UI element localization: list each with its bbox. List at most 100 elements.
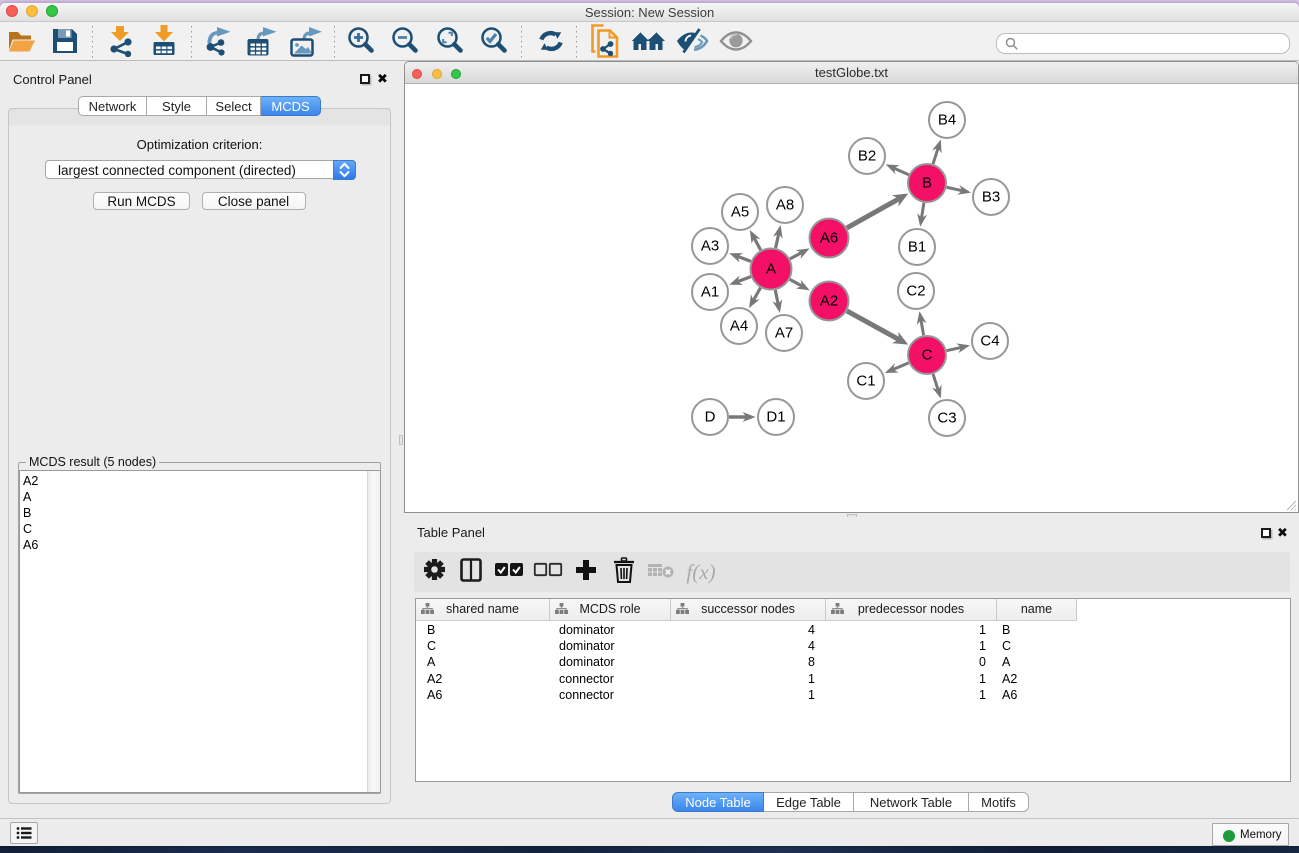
columns-button[interactable] <box>457 558 485 586</box>
table-cell[interactable]: A6 <box>1002 687 1074 703</box>
tab-network-table[interactable]: Network Table <box>854 792 969 812</box>
table-cell[interactable]: 1 <box>766 687 815 703</box>
mcds-result-list[interactable]: A2ABCA6 <box>19 470 381 793</box>
run-mcds-button[interactable]: Run MCDS <box>93 192 190 210</box>
close-panel-icon[interactable]: ✖ <box>377 72 388 85</box>
tab-edge-table[interactable]: Edge Table <box>764 792 854 812</box>
edge-A6-B[interactable] <box>847 198 900 228</box>
column-header-shared-name[interactable]: shared name <box>416 599 550 621</box>
tab-node-table[interactable]: Node Table <box>672 792 764 812</box>
table-cell[interactable]: A <box>427 654 547 670</box>
table-cell[interactable]: dominator <box>559 638 668 654</box>
export-image-button[interactable] <box>289 27 323 59</box>
float-panel-icon[interactable] <box>360 74 370 84</box>
zoom-fit-button[interactable] <box>433 27 467 59</box>
export-table-button[interactable] <box>246 27 280 59</box>
table-cell[interactable]: connector <box>559 671 668 687</box>
table-cell[interactable]: A <box>1002 654 1074 670</box>
memory-button[interactable]: Memory <box>1212 823 1289 846</box>
zoom-in-button[interactable] <box>344 27 378 59</box>
close-window-button[interactable] <box>6 5 18 17</box>
table-cell[interactable]: dominator <box>559 622 668 638</box>
hide-button[interactable] <box>675 27 709 59</box>
criterion-select[interactable]: largest connected component (directed) <box>45 160 356 179</box>
import-table-button[interactable] <box>147 27 181 59</box>
tab-network[interactable]: Network <box>78 96 147 116</box>
network-canvas[interactable]: B4B2BB3A5A8A6A3B1AA1C2A2A4A7C4CC1C3DD1 <box>405 85 1298 512</box>
table-cell[interactable]: B <box>427 622 547 638</box>
show-button[interactable] <box>719 27 753 59</box>
zoom-out-button[interactable] <box>388 27 422 59</box>
scrollbar-track[interactable] <box>367 471 380 793</box>
minimize-window-button[interactable] <box>432 69 442 79</box>
node-table[interactable]: shared nameMCDS rolesuccessor nodesprede… <box>415 598 1291 782</box>
app-titlebar[interactable]: Session: New Session <box>0 3 1299 22</box>
table-cell[interactable]: C <box>427 638 547 654</box>
table-cell[interactable]: 4 <box>766 622 815 638</box>
table-cell[interactable]: A6 <box>427 687 547 703</box>
minimize-window-button[interactable] <box>26 5 38 17</box>
table-cell[interactable]: 8 <box>766 654 815 670</box>
table-cell[interactable]: 1 <box>937 622 986 638</box>
tab-select[interactable]: Select <box>207 96 261 116</box>
column-header-successor-nodes[interactable]: successor nodes <box>671 599 826 621</box>
table-cell[interactable]: A2 <box>427 671 547 687</box>
mcds-result-item[interactable]: C <box>20 521 380 537</box>
maximize-window-button[interactable] <box>451 69 461 79</box>
tab-mcds[interactable]: MCDS <box>261 96 321 116</box>
show-panels-button[interactable] <box>10 822 38 844</box>
table-cell[interactable]: 4 <box>766 638 815 654</box>
column-header-MCDS-role[interactable]: MCDS role <box>550 599 671 621</box>
zoom-selected-button[interactable] <box>477 27 511 59</box>
table-cell[interactable]: connector <box>559 687 668 703</box>
vertical-split-grip[interactable] <box>399 435 403 445</box>
maximize-window-button[interactable] <box>46 5 58 17</box>
delete-button[interactable] <box>610 558 638 586</box>
duplicate-network-button[interactable] <box>588 27 622 59</box>
network-window-titlebar[interactable]: testGlobe.txt <box>405 62 1298 84</box>
float-panel-icon[interactable] <box>1261 528 1271 538</box>
edge-A-A7[interactable] <box>775 290 778 305</box>
edge-A-A2[interactable] <box>790 279 803 286</box>
add-column-button[interactable] <box>572 558 600 586</box>
edge-C-C4[interactable] <box>947 347 963 350</box>
edge-C-C2[interactable] <box>921 319 924 335</box>
column-header-name[interactable]: name <box>997 599 1077 621</box>
edge-B-B3[interactable] <box>947 187 964 191</box>
column-header-predecessor-nodes[interactable]: predecessor nodes <box>826 599 997 621</box>
close-panel-button[interactable]: Close panel <box>202 192 306 210</box>
gear-button[interactable] <box>420 558 448 586</box>
resize-grip[interactable] <box>1284 498 1297 511</box>
edge-A-A4[interactable] <box>753 288 761 301</box>
edge-A2-C[interactable] <box>847 311 900 340</box>
unselect-all-button[interactable] <box>534 558 562 586</box>
tab-style[interactable]: Style <box>147 96 207 116</box>
edge-A-A5[interactable] <box>754 237 761 250</box>
save-button[interactable] <box>48 27 82 59</box>
table-cell[interactable]: 1 <box>937 687 986 703</box>
edge-B-B2[interactable] <box>893 168 909 175</box>
edge-B-B1[interactable] <box>921 203 924 219</box>
table-cell[interactable]: 1 <box>937 638 986 654</box>
table-cell[interactable]: 1 <box>937 671 986 687</box>
table-cell[interactable]: 0 <box>937 654 986 670</box>
close-window-button[interactable] <box>412 69 422 79</box>
import-network-button[interactable] <box>103 27 137 59</box>
table-cell[interactable]: dominator <box>559 654 668 670</box>
table-cell[interactable]: B <box>1002 622 1074 638</box>
mcds-result-item[interactable]: B <box>20 505 380 521</box>
edge-A-A6[interactable] <box>790 252 803 259</box>
search-input[interactable] <box>996 33 1290 54</box>
open-folder-button[interactable] <box>5 27 39 59</box>
neighbors-button[interactable] <box>631 27 665 59</box>
mcds-result-item[interactable]: A2 <box>20 473 380 489</box>
export-network-button[interactable] <box>202 27 236 59</box>
table-cell[interactable]: A2 <box>1002 671 1074 687</box>
tab-motifs[interactable]: Motifs <box>969 792 1029 812</box>
refresh-button[interactable] <box>534 27 568 59</box>
table-cell[interactable]: C <box>1002 638 1074 654</box>
close-panel-icon[interactable]: ✖ <box>1277 526 1288 539</box>
mcds-result-item[interactable]: A <box>20 489 380 505</box>
table-cell[interactable]: 1 <box>766 671 815 687</box>
select-all-button[interactable] <box>495 558 523 586</box>
